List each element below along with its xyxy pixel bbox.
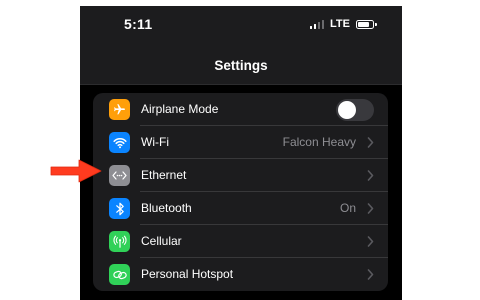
- page-title: Settings: [214, 58, 268, 73]
- status-time: 5:11: [124, 16, 153, 32]
- red-arrow-annotation: [50, 159, 102, 183]
- chevron-right-icon: [367, 236, 374, 247]
- ethernet-icon: [109, 165, 130, 186]
- hotspot-icon: [109, 264, 130, 285]
- bluetooth-status: On: [339, 201, 356, 215]
- screenshot-frame: 5:11 LTE Settings Airplane Mode Wi-Fi Fa…: [0, 0, 480, 300]
- settings-row-airplane-mode[interactable]: Airplane Mode: [93, 93, 388, 126]
- toggle-knob: [338, 101, 356, 119]
- status-indicators: LTE: [309, 18, 377, 30]
- settings-row-label: Bluetooth: [141, 201, 192, 215]
- wifi-icon: [109, 132, 130, 153]
- airplane-icon: [109, 99, 130, 120]
- settings-row-label: Ethernet: [141, 168, 187, 182]
- settings-row-bluetooth[interactable]: Bluetooth On: [93, 192, 388, 225]
- settings-row-label: Wi-Fi: [141, 135, 169, 149]
- battery-icon: [356, 19, 377, 29]
- settings-row-wifi[interactable]: Wi-Fi Falcon Heavy: [93, 126, 388, 159]
- wifi-network-name: Falcon Heavy: [282, 135, 356, 149]
- settings-row-ethernet[interactable]: Ethernet: [93, 159, 388, 192]
- chevron-right-icon: [367, 203, 374, 214]
- settings-group: Airplane Mode Wi-Fi Falcon Heavy Etherne…: [93, 93, 388, 291]
- status-bar: 5:11 LTE: [80, 6, 402, 46]
- bluetooth-icon: [109, 198, 130, 219]
- signal-icon: [309, 19, 325, 29]
- chevron-right-icon: [367, 137, 374, 148]
- settings-row-label: Personal Hotspot: [141, 267, 234, 281]
- settings-row-label: Airplane Mode: [141, 102, 219, 116]
- settings-row-personal-hotspot[interactable]: Personal Hotspot: [93, 258, 388, 291]
- settings-row-label: Cellular: [141, 234, 182, 248]
- settings-row-cellular[interactable]: Cellular: [93, 225, 388, 258]
- phone-screen: 5:11 LTE Settings Airplane Mode Wi-Fi Fa…: [80, 6, 402, 300]
- carrier-label: LTE: [330, 18, 350, 30]
- cellular-icon: [109, 231, 130, 252]
- chevron-right-icon: [367, 269, 374, 280]
- chevron-right-icon: [367, 170, 374, 181]
- navigation-bar: Settings: [80, 46, 402, 85]
- airplane-mode-toggle[interactable]: [336, 99, 374, 121]
